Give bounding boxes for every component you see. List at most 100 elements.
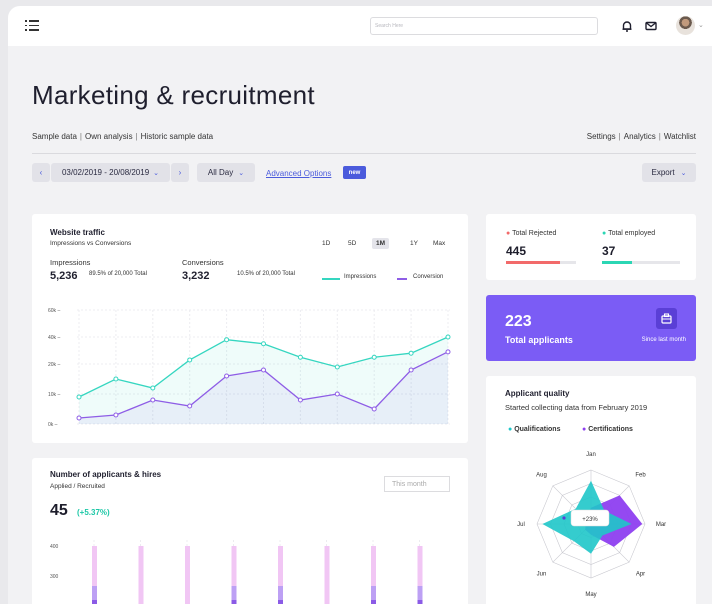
export-button[interactable]: Export ⌄ [642,163,696,182]
y-tick-label: 300 [50,574,59,580]
radar-marker [562,516,566,520]
range-max[interactable]: Max [433,240,445,247]
impressions-label: Impressions [50,258,91,267]
menu-icon[interactable] [25,20,39,31]
impressions-value: 5,236 [50,270,78,282]
chevron-down-icon: ⌄ [680,169,687,177]
recruited-bar-dark [92,600,97,604]
hires-change: (+5.37%) [77,508,110,517]
radar-month-label: Mar [656,522,666,528]
radar-month-label: Apr [636,571,645,577]
prev-date-button[interactable]: ‹ [32,163,50,182]
employed-bar [602,261,680,264]
recruited-bar-dark [371,600,376,604]
applied-bar [324,546,330,604]
hires-title: Number of applicants & hires [50,470,162,479]
range-1d[interactable]: 1D [322,240,330,247]
link-watchlist[interactable]: Watchlist [664,132,696,141]
date-range-value: 03/02/2019 - 20/08/2019 [61,168,150,177]
conversions-percent: 10.5% of 20,000 Total [237,271,295,277]
avatar[interactable] [676,16,695,35]
divider [32,153,696,154]
impressions-point [408,350,414,356]
conversions-label: Conversions [182,258,224,267]
impressions-point [297,354,303,360]
conversions-point [297,397,303,403]
impressions-point [371,354,377,360]
recruited-bar-dark [231,600,237,604]
date-range-select[interactable]: 03/02/2019 - 20/08/2019 ⌄ [51,163,170,182]
period-select[interactable]: This month [384,476,450,492]
hires-value: 45 [50,502,68,519]
hires-bar-chart: 400300200 [50,540,423,604]
link-analytics[interactable]: Analytics [624,132,656,141]
conversions-point [224,373,230,379]
conversions-point [261,367,266,373]
radar-month-label: Jun [537,571,547,577]
legend-certifications: ● Certifications [582,426,633,433]
rejected-label: ● Total Rejected [506,230,557,237]
applicants-value: 223 [505,313,532,330]
chevron-down-icon[interactable]: ⌄ [698,21,704,29]
data-source-links: Sample data | Own analysis | Historic sample… [32,132,214,141]
advanced-options-link[interactable]: Advanced Options [266,169,331,178]
briefcase-icon[interactable] [656,308,677,329]
conversions-point [187,403,193,409]
y-tick-label: 40k – [48,335,60,341]
radar-tooltip-label: +23% [582,517,598,523]
next-date-button[interactable]: › [171,163,189,182]
applied-bar [138,546,144,604]
radar-month-label: Feb [635,473,646,479]
chevron-down-icon: ⌄ [238,169,245,177]
y-tick-label: 60k – [48,308,60,314]
top-bar: Search Here ⌄ [8,6,712,46]
conversions-point [445,349,451,355]
rejected-value: 445 [506,244,527,258]
page-title: Marketing & recruitment [32,80,315,110]
rejected-bar [506,261,576,264]
conversions-point [150,397,156,403]
export-label: Export [651,168,675,177]
bell-icon[interactable] [620,19,634,33]
conversions-value: 3,232 [182,270,210,282]
applied-bar [185,546,190,604]
mail-icon[interactable] [644,19,658,33]
y-tick-label: 0k – [48,422,58,428]
time-filter-select[interactable]: All Day ⌄ [197,163,255,182]
new-badge: new [343,166,366,179]
applicants-label: Total applicants [505,335,573,345]
recruited-bar-dark [278,600,283,604]
traffic-title: Website traffic [50,228,105,237]
applicant-quality-card: Applicant quality Started collecting dat… [486,376,696,604]
link-sample-data[interactable]: Sample data [32,132,77,141]
quality-subtitle: Started collecting data from February 20… [505,403,648,412]
impressions-point [224,337,230,343]
quality-radar-chart: Jan Feb Mar Apr May Jun Jul Aug +23% [517,452,666,598]
search-input[interactable]: Search Here [370,17,598,35]
employed-value: 37 [602,244,616,258]
legend-conversions: Conversion [413,274,444,280]
impressions-point [76,394,82,400]
range-5d[interactable]: 5D [348,240,356,247]
employed-label: ● Total employed [602,230,656,237]
link-settings[interactable]: Settings [587,132,616,141]
impressions-point [261,341,266,347]
impressions-point [187,357,193,363]
link-historic-data[interactable]: Historic sample data [141,132,213,141]
recruited-bar-dark [417,600,423,604]
conversions-point [113,412,119,418]
y-tick-label: 10k – [48,392,60,398]
app-window: Search Here ⌄ Marketing & recruitment Sa… [8,6,712,604]
range-1m[interactable]: 1M [372,238,390,249]
traffic-subtitle: Impressions vs Conversions [50,240,132,247]
time-filter-value: All Day [207,168,234,177]
chevron-down-icon: ⌄ [153,169,160,177]
link-own-analysis[interactable]: Own analysis [85,132,133,141]
applicants-since: Since last month [641,337,686,343]
radar-month-label: Jul [517,522,525,528]
impressions-point [334,364,340,370]
conversions-point [371,406,377,412]
website-traffic-card: Website traffic Impressions vs Conversio… [32,214,468,443]
conversions-point [334,391,340,397]
range-1y[interactable]: 1Y [410,240,418,247]
